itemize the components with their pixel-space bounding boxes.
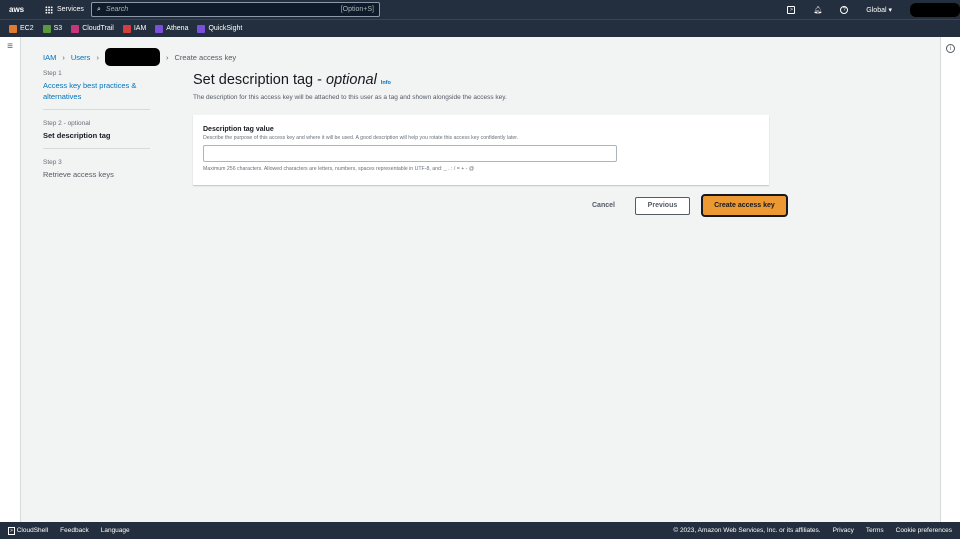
favorite-ec2[interactable]: EC2 bbox=[9, 24, 34, 33]
terms-link[interactable]: Terms bbox=[866, 527, 884, 534]
favorite-label: Athena bbox=[166, 25, 189, 32]
aws-logo[interactable]: aws bbox=[9, 6, 29, 14]
step-number: Step 1 bbox=[43, 70, 62, 77]
region-selector[interactable]: Global ▾ bbox=[866, 6, 892, 14]
search-input[interactable]: ⌕ Search [Option+S] bbox=[91, 2, 380, 17]
right-rail: i bbox=[940, 37, 960, 522]
top-nav: aws Services ⌕ Search [Option+S] > 🔔︎ ? Gl… bbox=[0, 0, 960, 19]
grid-icon bbox=[45, 5, 53, 14]
wizard-steps: Step 1 Access key best practices & altern… bbox=[43, 70, 150, 197]
s3-icon bbox=[42, 24, 51, 33]
breadcrumb-iam[interactable]: IAM bbox=[43, 53, 56, 62]
cloudshell-icon[interactable]: > bbox=[787, 5, 796, 14]
breadcrumb-user-redacted[interactable] bbox=[104, 48, 160, 66]
search-shortcut: [Option+S] bbox=[340, 6, 374, 13]
search-placeholder: Search bbox=[105, 6, 129, 13]
footer: > CloudShell Feedback Language © 2023, A… bbox=[0, 522, 960, 539]
favorite-s3[interactable]: S3 bbox=[42, 24, 63, 33]
iam-icon bbox=[122, 24, 131, 33]
title-text: Set description tag - bbox=[193, 72, 326, 88]
favorite-label: IAM bbox=[133, 25, 147, 32]
title-optional: optional bbox=[326, 72, 377, 88]
menu-icon[interactable]: ≡ bbox=[0, 41, 20, 52]
services-label: Services bbox=[57, 6, 84, 13]
athena-icon bbox=[155, 24, 164, 33]
info-link[interactable]: Info bbox=[381, 80, 391, 86]
language-link[interactable]: Language bbox=[101, 527, 130, 534]
favorite-label: QuickSight bbox=[208, 25, 243, 32]
help-icon[interactable]: ? bbox=[840, 5, 849, 14]
favorite-iam[interactable]: IAM bbox=[122, 24, 147, 33]
chevron-right-icon: › bbox=[165, 52, 169, 62]
breadcrumb: IAM › Users › › Create access key bbox=[43, 48, 236, 66]
copyright: © 2023, Amazon Web Services, Inc. or its… bbox=[673, 527, 821, 534]
description-tag-panel: Description tag value Describe the purpo… bbox=[193, 115, 769, 185]
page-title: Set description tag - optional Info bbox=[193, 72, 391, 88]
privacy-link[interactable]: Privacy bbox=[833, 527, 854, 534]
step-3-label: Retrieve access keys bbox=[43, 170, 114, 179]
action-buttons: Cancel Previous Create access key bbox=[583, 194, 788, 217]
ec2-icon bbox=[9, 24, 17, 33]
favorite-cloudtrail[interactable]: CloudTrail bbox=[71, 24, 114, 33]
favorite-label: EC2 bbox=[20, 25, 34, 32]
breadcrumb-users[interactable]: Users bbox=[71, 53, 91, 62]
favorite-label: S3 bbox=[53, 25, 63, 32]
page-subtitle: The description for this access key will… bbox=[193, 94, 507, 101]
account-menu[interactable] bbox=[910, 2, 960, 17]
favorite-quicksight[interactable]: QuickSight bbox=[197, 24, 243, 33]
chevron-right-icon: › bbox=[62, 52, 65, 62]
bell-icon[interactable]: 🔔︎ bbox=[813, 6, 822, 14]
create-access-key-button[interactable]: Create access key bbox=[700, 194, 788, 217]
step-1-link[interactable]: Access key best practices & alternatives bbox=[43, 80, 150, 102]
favorite-athena[interactable]: Athena bbox=[155, 24, 189, 33]
region-label: Global bbox=[866, 6, 887, 14]
description-tag-input[interactable] bbox=[203, 145, 617, 162]
search-icon: ⌕ bbox=[97, 5, 101, 13]
step-1: Step 1 Access key best practices & altern… bbox=[43, 70, 150, 110]
cloudshell-label: CloudShell bbox=[16, 527, 49, 534]
field-constraint: Maximum 256 characters. Allowed characte… bbox=[203, 166, 475, 172]
chevron-right-icon: › bbox=[96, 52, 99, 62]
field-description: Describe the purpose of this access key … bbox=[203, 135, 519, 141]
cloudshell-button[interactable]: > CloudShell bbox=[8, 527, 49, 535]
feedback-link[interactable]: Feedback bbox=[60, 527, 89, 534]
breadcrumb-current: Create access key bbox=[174, 52, 237, 62]
field-label: Description tag value bbox=[203, 126, 274, 133]
info-icon[interactable]: i bbox=[946, 44, 955, 53]
cloudtrail-icon bbox=[71, 24, 80, 33]
step-number: Step 2 - optional bbox=[43, 120, 91, 127]
quicksight-icon bbox=[197, 24, 206, 33]
cloudshell-icon: > bbox=[8, 527, 15, 535]
step-number: Step 3 bbox=[43, 159, 62, 166]
step-2-label: Set description tag bbox=[43, 131, 111, 140]
step-3: Step 3 Retrieve access keys bbox=[43, 159, 150, 187]
favorite-label: CloudTrail bbox=[82, 25, 114, 32]
services-menu[interactable]: Services bbox=[45, 5, 84, 14]
left-rail: ≡ bbox=[0, 37, 21, 522]
step-2: Step 2 - optional Set description tag bbox=[43, 120, 150, 149]
cancel-button[interactable]: Cancel bbox=[583, 197, 624, 215]
favorites-bar: EC2 S3 CloudTrail IAM Athena QuickSight bbox=[0, 19, 960, 37]
previous-button[interactable]: Previous bbox=[634, 196, 690, 215]
cookie-preferences-link[interactable]: Cookie preferences bbox=[896, 527, 952, 534]
